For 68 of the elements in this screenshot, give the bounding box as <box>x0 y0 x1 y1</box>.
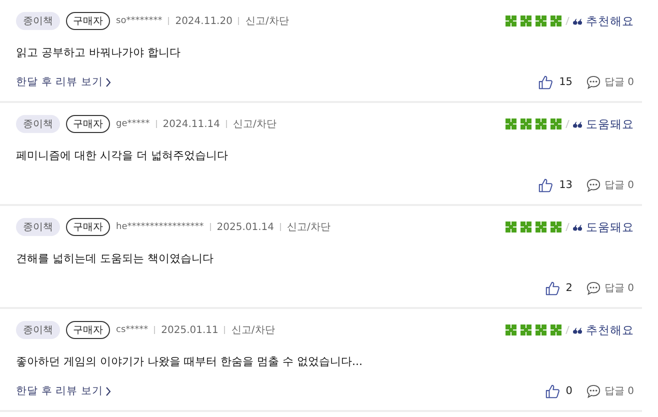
format-tag: 종이책 <box>16 321 60 339</box>
report-link[interactable]: 신고/차단 <box>245 14 289 28</box>
clover-icon <box>535 221 547 233</box>
clover-icon <box>520 221 532 233</box>
clover-icon <box>505 15 517 27</box>
quote-icon <box>573 224 582 230</box>
report-link[interactable]: 신고/차단 <box>287 220 330 234</box>
clover-icon <box>550 118 562 130</box>
quote-icon <box>573 18 582 24</box>
format-tag: 종이책 <box>16 12 60 30</box>
clover-icon <box>520 15 532 27</box>
format-tag: 종이책 <box>16 218 60 236</box>
comment-icon <box>586 178 602 192</box>
clover-icon <box>550 15 562 27</box>
reply-button[interactable]: 답글 0 <box>586 178 634 192</box>
review-tag: 도움돼요 <box>586 220 634 234</box>
review-text: 좋아하던 게임의 이야기가 나왔을 때부터 한숨을 멈출 수 없었습니다... <box>16 354 364 370</box>
clover-icon <box>505 221 517 233</box>
report-link[interactable]: 신고/차단 <box>231 323 275 337</box>
quote-icon <box>573 326 582 334</box>
review-text: 견해를 넓히는데 도움되는 책이였습니다 <box>16 251 214 267</box>
comment-icon <box>586 74 602 90</box>
review-text: 페미니즘에 대한 시각을 더 넓혀주었습니다 <box>16 148 229 164</box>
reply-button[interactable]: 답글 0 <box>586 74 634 90</box>
clover-icon <box>535 118 547 130</box>
later-review-link[interactable]: 한달 후 리뷰 보기 <box>16 75 112 89</box>
buyer-badge: 구매자 <box>66 115 110 133</box>
clover-icon <box>505 324 517 336</box>
user-id: so******** <box>116 16 162 26</box>
thumbs-up-icon <box>544 280 560 296</box>
clover-icon <box>535 324 547 336</box>
clover-icon <box>550 221 562 233</box>
buyer-badge: 구매자 <box>66 12 110 30</box>
later-review-link[interactable]: 한달 후 리뷰 보기 <box>16 384 112 398</box>
review-tag: 도움돼요 <box>586 116 634 132</box>
clover-icon <box>505 118 517 130</box>
review-date: 2025.01.14 <box>216 222 274 232</box>
chevron-icon <box>106 78 112 86</box>
review-date: 2024.11.14 <box>162 118 220 130</box>
buyer-badge: 구매자 <box>66 321 110 339</box>
chevron-icon <box>106 386 112 396</box>
clover-icon <box>535 15 547 27</box>
clover-icon <box>550 324 562 336</box>
reply-button[interactable]: 답글 0 <box>586 384 634 398</box>
buyer-badge: 구매자 <box>66 218 110 236</box>
like-button[interactable]: 0 <box>544 384 572 398</box>
clover-icon <box>520 118 532 130</box>
user-id: cs***** <box>116 325 148 335</box>
user-id: he***************** <box>116 222 204 232</box>
like-button[interactable]: 15 <box>538 74 572 90</box>
review-text: 읽고 공부하고 바꿔나가야 합니다 <box>16 45 182 61</box>
like-button[interactable]: 2 <box>544 280 572 296</box>
like-button[interactable]: 13 <box>538 178 572 192</box>
reply-button[interactable]: 답글 0 <box>586 280 634 296</box>
review-tag: 추천해요 <box>586 322 634 338</box>
clover-icon <box>520 324 532 336</box>
comment-icon <box>586 384 602 398</box>
review-date: 2024.11.20 <box>175 16 232 26</box>
user-id: ge***** <box>116 119 150 129</box>
thumbs-up-icon <box>538 178 554 192</box>
comment-icon <box>586 280 602 296</box>
review-date: 2025.01.11 <box>161 324 218 336</box>
thumbs-up-icon <box>544 384 560 398</box>
format-tag: 종이책 <box>16 115 60 133</box>
report-link[interactable]: 신고/차단 <box>233 117 276 131</box>
quote-icon <box>573 120 582 128</box>
review-tag: 추천해요 <box>586 14 634 28</box>
thumbs-up-icon <box>538 74 554 90</box>
